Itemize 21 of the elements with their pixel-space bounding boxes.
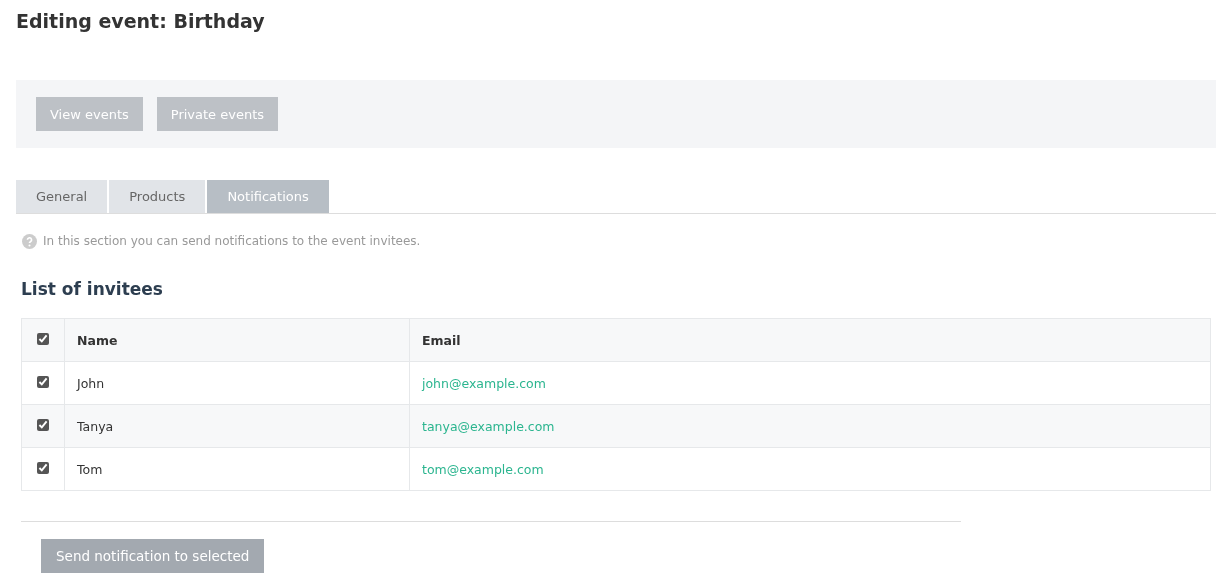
help-text: In this section you can send notifications to the event invitees. [43, 234, 421, 248]
toolbar-button[interactable]: View events [36, 97, 143, 131]
toolbar-button[interactable]: Private events [156, 97, 279, 131]
email-link[interactable]: john@example.com [422, 375, 546, 391]
column-header: Email [409, 318, 1211, 362]
tab[interactable]: Notifications [207, 180, 329, 213]
column-header: Name [64, 318, 410, 362]
section-title: List of invitees [21, 279, 164, 301]
name-cell: John [64, 361, 410, 405]
select-all-checkbox[interactable] [37, 332, 49, 345]
row-checkbox[interactable] [37, 375, 49, 388]
name-cell: Tom [64, 447, 410, 491]
name-cell: Tanya [64, 404, 410, 448]
email-link[interactable]: tom@example.com [422, 461, 544, 477]
tab[interactable]: General [16, 180, 108, 213]
email-link[interactable]: tanya@example.com [422, 418, 555, 434]
tab[interactable]: Products [109, 180, 206, 213]
row-checkbox[interactable] [37, 418, 49, 431]
page-title: Editing event: Birthday [16, 9, 266, 34]
help-icon [22, 233, 37, 249]
row-checkbox[interactable] [37, 461, 49, 474]
